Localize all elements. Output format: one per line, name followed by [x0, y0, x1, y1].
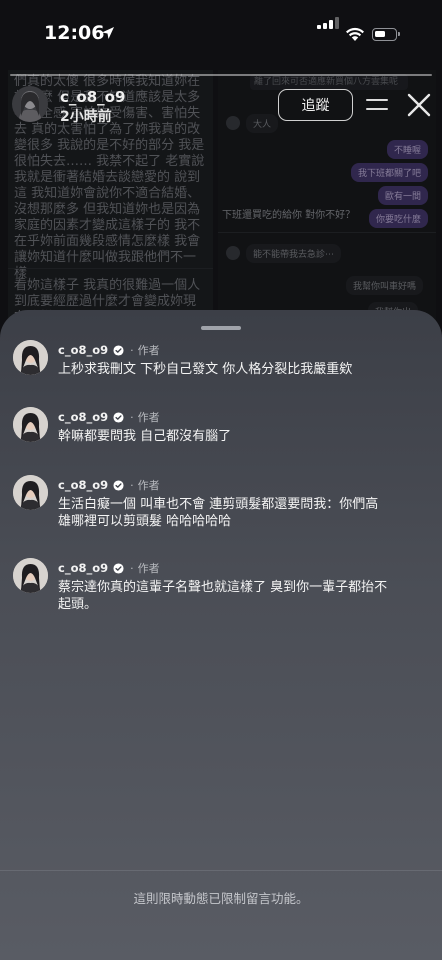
- wifi-icon: [346, 27, 364, 41]
- verified-badge-icon: [113, 411, 124, 423]
- comments-restricted-notice: 這則限時動態已限制留言功能。: [133, 891, 309, 906]
- author-label: 作者: [137, 344, 160, 357]
- comment-text: 蔡宗達你真的這輩子名聲也就這樣了 臭到你一輩子都抬不起頭。: [58, 580, 388, 612]
- comment-header: c_o8_o9 · 作者: [58, 342, 160, 358]
- author-label: 作者: [137, 411, 160, 424]
- status-bar: 12:06: [0, 0, 442, 70]
- clock: 12:06: [44, 22, 105, 44]
- separator-dot: ·: [130, 561, 134, 575]
- story-background: 們真的太傻 很多時候我知道妳在想什麼 但是我不知道應該是太多不安全感 害怕妳受傷…: [0, 0, 442, 340]
- author-label: 作者: [137, 562, 160, 575]
- story-timestamp: 2小時前: [60, 109, 112, 125]
- close-icon[interactable]: [406, 92, 432, 118]
- comment-header: c_o8_o9 · 作者: [58, 409, 160, 425]
- comment-username[interactable]: c_o8_o9: [58, 343, 108, 357]
- battery-icon: [372, 28, 400, 41]
- comment-header: c_o8_o9 · 作者: [58, 560, 160, 576]
- author-label: 作者: [137, 479, 160, 492]
- comment-text: 生活白癡一個 叫車也不會 連剪頭髮都還要問我：你們高雄哪裡可以剪頭髮 哈哈哈哈哈: [58, 497, 379, 529]
- separator-dot: ·: [130, 478, 134, 492]
- avatar[interactable]: [13, 475, 48, 510]
- menu-icon[interactable]: [366, 96, 388, 114]
- comment-header: c_o8_o9 · 作者: [58, 477, 160, 493]
- verified-badge-icon: [113, 344, 124, 356]
- divider: [0, 870, 442, 871]
- avatar[interactable]: [13, 407, 48, 442]
- sheet-grabber[interactable]: [201, 326, 241, 330]
- avatar[interactable]: [13, 558, 48, 593]
- verified-badge-icon: [113, 479, 124, 491]
- comment-username[interactable]: c_o8_o9: [58, 410, 108, 424]
- comment-username[interactable]: c_o8_o9: [58, 478, 108, 492]
- separator-dot: ·: [130, 343, 134, 357]
- comment-text: 幹嘛都要問我 自己都沒有腦了: [58, 429, 232, 444]
- comment-username[interactable]: c_o8_o9: [58, 561, 108, 575]
- avatar[interactable]: [12, 86, 48, 122]
- comment-text: 上秒求我刪文 下秒自己發文 你人格分裂比我嚴重欸: [58, 362, 353, 377]
- comments-sheet: c_o8_o9 · 作者 上秒求我刪文 下秒自己發文 你人格分裂比我嚴重欸 c_…: [0, 310, 442, 960]
- story-username[interactable]: c_o8_o9: [60, 88, 125, 106]
- verified-badge-icon: [113, 562, 124, 574]
- avatar-image: [18, 92, 42, 122]
- avatar[interactable]: [13, 340, 48, 375]
- location-arrow-icon: [102, 27, 114, 39]
- story-progress-bar: [10, 74, 432, 76]
- separator-dot: ·: [130, 410, 134, 424]
- follow-button[interactable]: 追蹤: [278, 89, 353, 121]
